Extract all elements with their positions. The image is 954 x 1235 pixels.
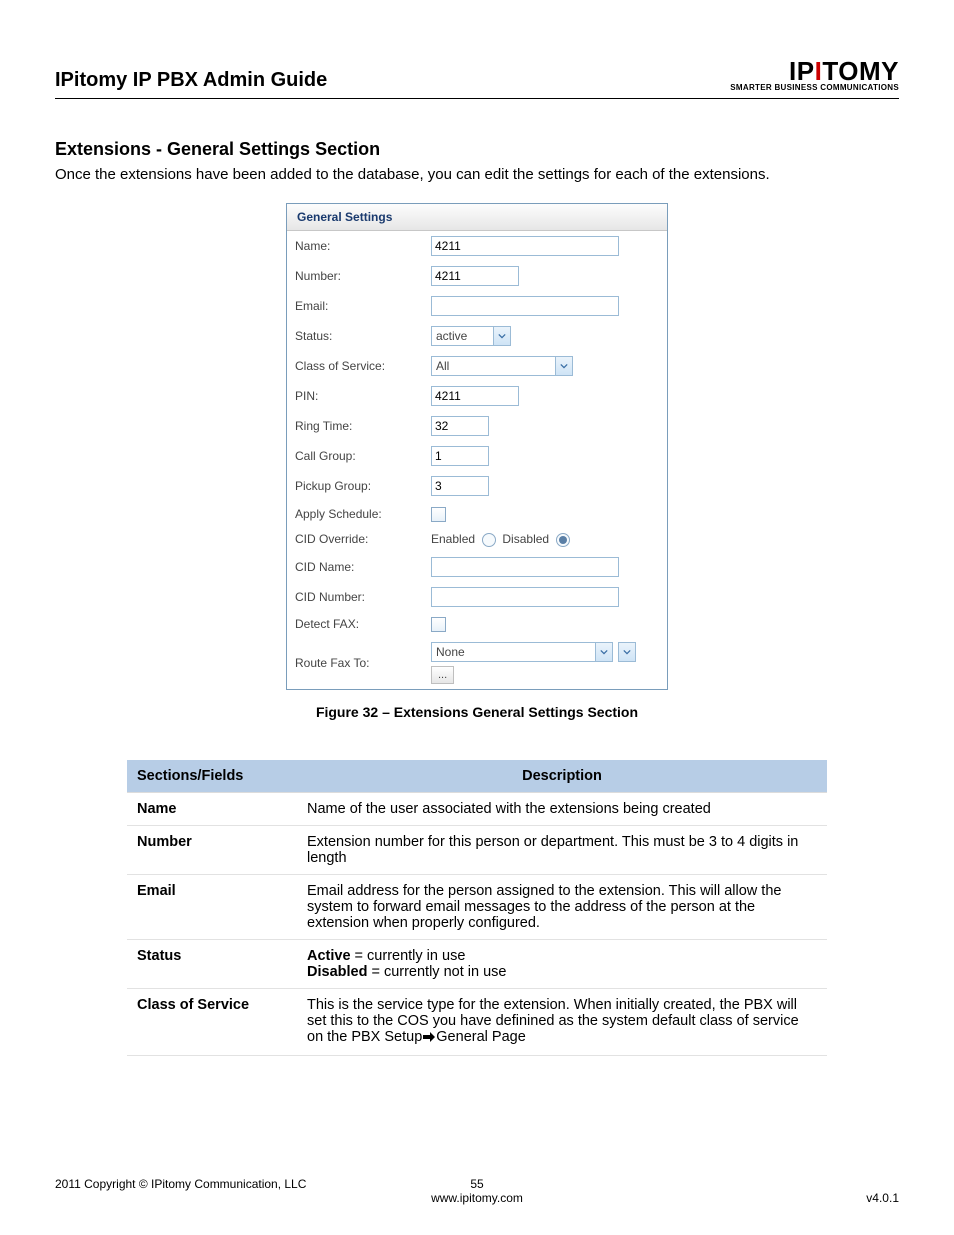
footer-url: www.ipitomy.com <box>431 1191 523 1205</box>
table-head-sections: Sections/Fields <box>127 760 297 793</box>
pickupgroup-input[interactable] <box>431 476 489 496</box>
footer-page: 55 <box>470 1177 483 1191</box>
label-email: Email: <box>287 291 423 321</box>
label-number: Number: <box>287 261 423 291</box>
chevron-down-icon <box>619 643 635 661</box>
label-cos: Class of Service: <box>287 351 423 381</box>
routefax-select[interactable]: None <box>431 642 613 662</box>
label-cidoverride: CID Override: <box>287 527 423 552</box>
label-cidname: CID Name: <box>287 552 423 582</box>
applyschedule-checkbox[interactable] <box>431 507 446 522</box>
label-ringtime: Ring Time: <box>287 411 423 441</box>
section-title: Extensions - General Settings Section <box>55 139 899 160</box>
more-button[interactable]: ... <box>431 666 454 684</box>
name-input[interactable] <box>431 236 619 256</box>
row-email-label: Email <box>127 874 297 939</box>
label-applyschedule: Apply Schedule: <box>287 501 423 526</box>
figure-caption: Figure 32 – Extensions General Settings … <box>55 704 899 720</box>
footer-copyright: 2011 Copyright © IPitomy Communication, … <box>55 1177 306 1191</box>
row-status-label: Status <box>127 939 297 988</box>
email-input[interactable] <box>431 296 619 316</box>
ringtime-input[interactable] <box>431 416 489 436</box>
chevron-down-icon <box>493 327 510 345</box>
pin-input[interactable] <box>431 386 519 406</box>
status-select[interactable]: active <box>431 326 511 346</box>
cid-disabled-radio[interactable] <box>556 533 570 547</box>
row-cos-desc: This is the service type for the extensi… <box>297 988 827 1055</box>
cid-disabled-label: Disabled <box>502 532 549 546</box>
description-table: Sections/Fields Description Name Name of… <box>127 760 827 1056</box>
arrow-right-icon <box>422 1031 436 1047</box>
row-email-desc: Email address for the person assigned to… <box>297 874 827 939</box>
logo-main: IPITOMY <box>730 60 899 83</box>
logo-tagline: SMARTER BUSINESS COMMUNICATIONS <box>730 83 899 92</box>
label-status: Status: <box>287 321 423 351</box>
footer-version: v4.0.1 <box>866 1191 899 1205</box>
general-settings-panel: General Settings Name: Number: Email: St… <box>286 203 668 689</box>
row-cos-label: Class of Service <box>127 988 297 1055</box>
cid-enabled-label: Enabled <box>431 532 475 546</box>
label-cidnumber: CID Number: <box>287 582 423 612</box>
cid-enabled-radio[interactable] <box>482 533 496 547</box>
header-title: IPitomy IP PBX Admin Guide <box>55 69 327 92</box>
cidnumber-input[interactable] <box>431 587 619 607</box>
label-routefax: Route Fax To: <box>287 637 423 689</box>
cos-select[interactable]: All <box>431 356 573 376</box>
row-number-desc: Extension number for this person or depa… <box>297 825 827 874</box>
cos-value: All <box>432 357 555 375</box>
label-callgroup: Call Group: <box>287 441 423 471</box>
label-detectfax: Detect FAX: <box>287 612 423 637</box>
chevron-down-icon <box>555 357 572 375</box>
page-header: IPitomy IP PBX Admin Guide IPITOMY SMART… <box>55 60 899 99</box>
row-name-desc: Name of the user associated with the ext… <box>297 792 827 825</box>
row-number-label: Number <box>127 825 297 874</box>
callgroup-input[interactable] <box>431 446 489 466</box>
cidname-input[interactable] <box>431 557 619 577</box>
label-pin: PIN: <box>287 381 423 411</box>
detectfax-checkbox[interactable] <box>431 617 446 632</box>
number-input[interactable] <box>431 266 519 286</box>
label-name: Name: <box>287 231 423 261</box>
page-footer: 2011 Copyright © IPitomy Communication, … <box>55 1177 899 1205</box>
table-head-description: Description <box>297 760 827 793</box>
row-status-desc: Active = currently in use Disabled = cur… <box>297 939 827 988</box>
row-name-label: Name <box>127 792 297 825</box>
panel-title: General Settings <box>287 204 667 231</box>
routefax-select-2[interactable] <box>618 642 636 662</box>
chevron-down-icon <box>595 643 612 661</box>
status-value: active <box>432 327 493 345</box>
section-intro: Once the extensions have been added to t… <box>55 166 899 183</box>
label-pickupgroup: Pickup Group: <box>287 471 423 501</box>
routefax-value: None <box>432 643 595 661</box>
logo: IPITOMY SMARTER BUSINESS COMMUNICATIONS <box>730 60 899 92</box>
